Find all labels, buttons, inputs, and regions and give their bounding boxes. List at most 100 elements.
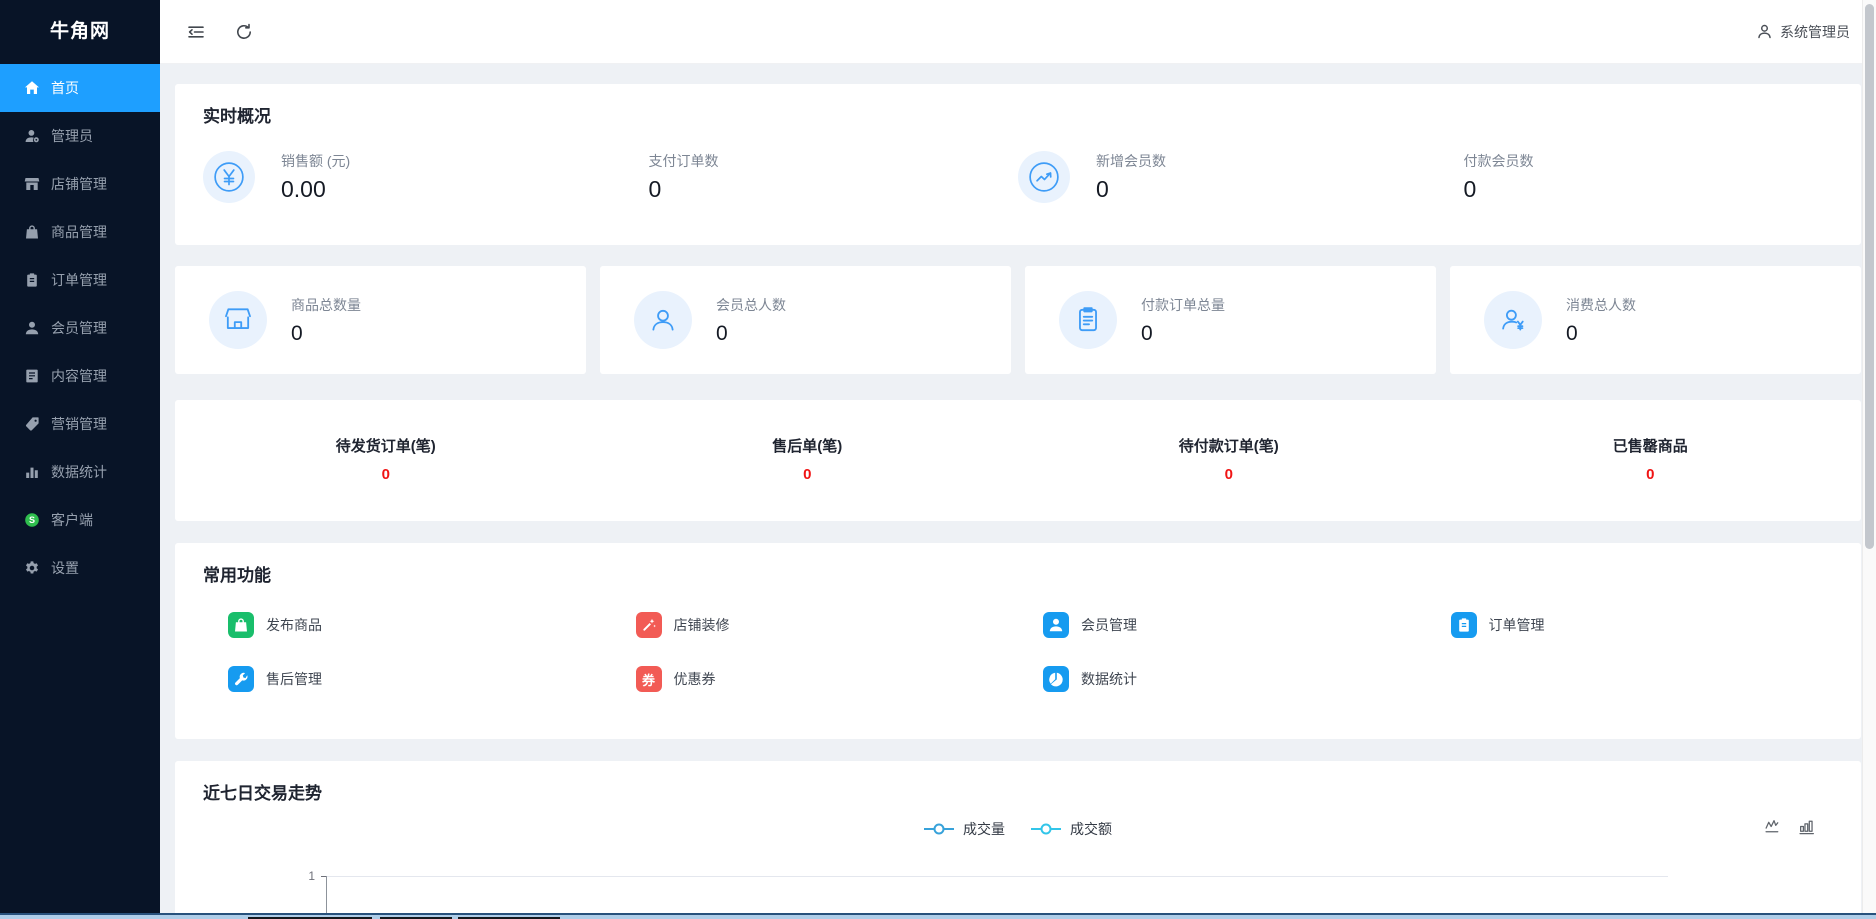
line-chart-toggle-icon[interactable] <box>1764 817 1783 841</box>
summary-value: 0 <box>291 321 303 345</box>
summary-value: 0 <box>716 321 728 345</box>
sidebar-item-label: 营销管理 <box>51 416 107 432</box>
pie-chart-icon <box>1043 666 1069 692</box>
refresh-icon[interactable] <box>234 22 254 42</box>
sidebar-item-settings[interactable]: 设置 <box>0 544 160 592</box>
stat-value: 0 <box>1096 176 1109 202</box>
home-icon <box>25 81 39 94</box>
stat-value: 0 <box>648 176 662 202</box>
bag-icon <box>228 612 254 638</box>
quick-functions-card: 常用功能 发布商品 店铺装修 会员管理 订单管理 售后管理 券 优惠券 数据统计 <box>175 543 1861 739</box>
quick-data-statistics[interactable]: 数据统计 <box>1018 666 1426 692</box>
sidebar-item-statistics[interactable]: 数据统计 <box>0 448 160 496</box>
y-axis-tick-label: 1 <box>308 869 315 883</box>
summary-card-paid-orders-total: 付款订单总量 0 <box>1025 266 1436 374</box>
page-scrollbar[interactable] <box>1862 0 1876 913</box>
shopping-bag-icon <box>26 225 38 239</box>
summary-card-goods-total: 商品总数量 0 <box>175 266 586 374</box>
sidebar-item-client[interactable]: S 客户端 <box>0 496 160 544</box>
pending-value: 0 <box>381 466 390 483</box>
person-icon <box>1043 612 1069 638</box>
chart-legend: 成交量 成交额 <box>175 819 1861 839</box>
summary-cards-row: 商品总数量 0 会员总人数 0 付款订单总量 0 消费总人数 0 <box>175 266 1861 374</box>
section-title-chart: 近七日交易走势 <box>203 784 322 803</box>
quick-functions-grid: 发布商品 店铺装修 会员管理 订单管理 售后管理 券 优惠券 数据统计 <box>175 612 1861 692</box>
admin-user-icon <box>25 130 39 143</box>
bar-chart-toggle-icon[interactable] <box>1798 817 1817 841</box>
sidebar-item-content[interactable]: 内容管理 <box>0 352 160 400</box>
pending-aftersale: 售后单(笔) 0 <box>597 435 1019 483</box>
scrollbar-thumb[interactable] <box>1865 4 1874 549</box>
trend-circle-icon <box>1018 151 1070 203</box>
summary-value: 0 <box>1141 321 1153 345</box>
storefront-circle-icon <box>209 291 267 349</box>
chart-gridline <box>326 876 1668 877</box>
collapse-sidebar-icon[interactable] <box>186 22 206 42</box>
yen-circle-icon <box>203 151 255 203</box>
sidebar-item-shop[interactable]: 店铺管理 <box>0 160 160 208</box>
sidebar-item-label: 订单管理 <box>51 272 107 288</box>
summary-value: 0 <box>1566 321 1578 345</box>
current-user-name: 系统管理员 <box>1780 23 1850 40</box>
sidebar-item-admin[interactable]: 管理员 <box>0 112 160 160</box>
quick-member-manage[interactable]: 会员管理 <box>1018 612 1426 638</box>
sidebar-item-goods[interactable]: 商品管理 <box>0 208 160 256</box>
quick-label: 发布商品 <box>266 617 322 633</box>
pending-value: 0 <box>803 466 812 483</box>
app-logo: 牛角网 <box>49 21 110 42</box>
clipboard-icon <box>1450 612 1477 638</box>
stat-sales: 销售额 (元) 0.00 <box>203 151 611 203</box>
legend-item-amount[interactable]: 成交额 <box>1031 819 1112 839</box>
sidebar-item-label: 店铺管理 <box>51 176 107 192</box>
section-title-realtime: 实时概况 <box>203 107 271 126</box>
page-content: 实时概况 销售额 (元) 0.00 支付订单数 0 新增会员数 0 付款会员数 … <box>160 64 1876 913</box>
pending-soldout: 已售罄商品 0 <box>1440 435 1862 483</box>
sidebar-item-members[interactable]: 会员管理 <box>0 304 160 352</box>
user-icon <box>1758 24 1771 39</box>
legend-item-volume[interactable]: 成交量 <box>924 819 1005 839</box>
quick-label: 会员管理 <box>1081 617 1137 633</box>
pending-counters-card: 待发货订单(笔) 0 售后单(笔) 0 待付款订单(笔) 0 已售罄商品 0 <box>175 400 1861 521</box>
quick-shop-decorate[interactable]: 店铺装修 <box>611 612 1019 638</box>
magic-wand-icon <box>635 612 662 638</box>
summary-label: 会员总人数 <box>716 296 786 313</box>
quick-label: 优惠券 <box>673 671 716 687</box>
wrench-icon <box>228 666 254 692</box>
quick-label: 售后管理 <box>266 671 322 687</box>
bar-chart-icon <box>26 467 38 478</box>
sidebar-item-home[interactable]: 首页 <box>0 64 160 112</box>
pending-value: 0 <box>1646 466 1655 483</box>
pending-label: 待发货订单(笔) <box>335 438 436 455</box>
summary-card-members-total: 会员总人数 0 <box>600 266 1011 374</box>
topbar: 系统管理员 <box>160 0 1876 64</box>
pending-label: 售后单(笔) <box>772 438 843 455</box>
summary-card-consumers-total: 消费总人数 0 <box>1450 266 1861 374</box>
clipboard-circle-icon <box>1059 291 1117 349</box>
summary-label: 商品总数量 <box>291 296 361 313</box>
chart-type-toggles <box>1764 817 1817 841</box>
pending-label: 已售罄商品 <box>1612 438 1688 455</box>
sidebar-item-orders[interactable]: 订单管理 <box>0 256 160 304</box>
taskbar-sliver <box>0 913 1876 919</box>
stat-new-members: 新增会员数 0 <box>1018 151 1426 203</box>
pending-label: 待付款订单(笔) <box>1178 438 1279 455</box>
storefront-icon <box>24 178 40 190</box>
svg-text:S: S <box>29 515 35 525</box>
legend-marker <box>1031 828 1061 830</box>
stat-paid-orders: 支付订单数 0 <box>611 151 1019 203</box>
person-yen-circle-icon <box>1484 291 1542 349</box>
sidebar-menu: 首页 管理员 店铺管理 商品管理 订单管理 会员管理 内容管理 营销管理 数据统… <box>0 64 160 913</box>
quick-coupon[interactable]: 券 优惠券 <box>611 666 1019 692</box>
quick-aftersale-manage[interactable]: 售后管理 <box>203 666 611 692</box>
quick-order-manage[interactable]: 订单管理 <box>1426 612 1834 638</box>
sidebar-item-label: 商品管理 <box>51 224 107 240</box>
sidebar-item-label: 首页 <box>51 80 79 96</box>
summary-label: 消费总人数 <box>1566 296 1636 313</box>
document-icon <box>26 369 38 383</box>
realtime-overview-card: 实时概况 销售额 (元) 0.00 支付订单数 0 新增会员数 0 付款会员数 … <box>175 84 1861 245</box>
sidebar-item-marketing[interactable]: 营销管理 <box>0 400 160 448</box>
stat-label: 销售额 (元) <box>281 153 351 169</box>
current-user[interactable]: 系统管理员 <box>1756 22 1850 42</box>
quick-publish-goods[interactable]: 发布商品 <box>203 612 611 638</box>
gear-icon <box>26 561 38 574</box>
